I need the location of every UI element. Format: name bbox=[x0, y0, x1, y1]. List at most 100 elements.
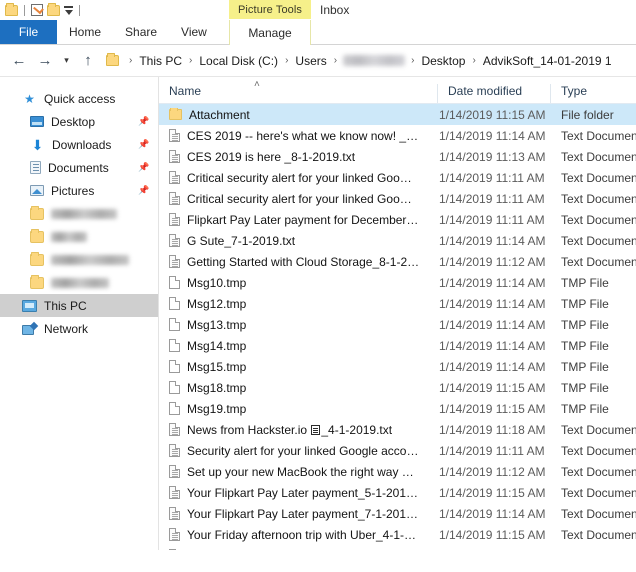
star-icon: ★ bbox=[22, 92, 37, 106]
table-row[interactable]: Your Tuesday evening trip with Uber_8-1…… bbox=[159, 545, 636, 550]
table-row[interactable]: Your Friday afternoon trip with Uber_4-1… bbox=[159, 524, 636, 545]
breadcrumb-this-pc[interactable]: This PC bbox=[138, 54, 183, 68]
date-modified-cell: 1/14/2019 11:14 AM bbox=[437, 507, 550, 521]
file-name-cell: Critical security alert for your linked … bbox=[159, 171, 437, 185]
file-list: Attachment1/14/2019 11:15 AMFile folderC… bbox=[159, 104, 636, 550]
text-file-icon bbox=[169, 234, 180, 247]
tab-file[interactable]: File bbox=[0, 20, 57, 44]
sidebar-item-desktop[interactable]: Desktop📌 bbox=[0, 110, 158, 133]
properties-icon[interactable] bbox=[31, 4, 43, 16]
tab-share[interactable]: Share bbox=[113, 20, 169, 44]
file-type-cell: File folder bbox=[550, 108, 636, 122]
breadcrumb-chevron-icon: › bbox=[123, 55, 138, 66]
address-bar[interactable]: › This PC › Local Disk (C:) › Users › › … bbox=[104, 49, 636, 72]
tab-home[interactable]: Home bbox=[57, 20, 113, 44]
file-name-label: Msg12.tmp bbox=[187, 297, 246, 311]
file-name-label: Msg18.tmp bbox=[187, 381, 246, 395]
table-row[interactable]: Critical security alert for your linked … bbox=[159, 188, 636, 209]
back-button[interactable]: ← bbox=[6, 48, 32, 74]
table-row[interactable]: Your Flipkart Pay Later payment_5-1-201…… bbox=[159, 482, 636, 503]
table-row[interactable]: Attachment1/14/2019 11:15 AMFile folder bbox=[159, 104, 636, 125]
table-row[interactable]: Msg12.tmp1/14/2019 11:14 AMTMP File bbox=[159, 293, 636, 314]
tab-view[interactable]: View bbox=[169, 20, 219, 44]
file-name-cell: Security alert for your linked Google ac… bbox=[159, 444, 437, 458]
text-file-icon bbox=[169, 192, 180, 205]
table-row[interactable]: Your Flipkart Pay Later payment_7-1-201…… bbox=[159, 503, 636, 524]
sidebar-item-this-pc[interactable]: This PC bbox=[0, 294, 158, 317]
folder-icon[interactable] bbox=[5, 5, 18, 16]
qat-divider-1 bbox=[24, 5, 25, 16]
recent-locations-dropdown-icon[interactable]: ▾ bbox=[58, 48, 75, 74]
table-row[interactable]: CES 2019 is here _8-1-2019.txt1/14/2019 … bbox=[159, 146, 636, 167]
table-row[interactable]: Msg14.tmp1/14/2019 11:14 AMTMP File bbox=[159, 335, 636, 356]
breadcrumb-username-redacted[interactable] bbox=[343, 55, 405, 66]
file-type-cell: Text Documen bbox=[550, 507, 636, 521]
column-header-name[interactable]: Name bbox=[159, 84, 437, 103]
pin-icon[interactable]: 📌 bbox=[138, 185, 148, 196]
file-list-pane: ˄ Name Date modified Type Attachment1/14… bbox=[159, 77, 636, 550]
breadcrumb-current-folder[interactable]: AdvikSoft_14-01-2019 1 bbox=[482, 54, 613, 68]
date-modified-cell: 1/14/2019 11:13 AM bbox=[437, 549, 550, 551]
file-name-cell: Msg10.tmp bbox=[159, 276, 437, 290]
sidebar-item-redacted-8[interactable] bbox=[0, 271, 158, 294]
table-row[interactable]: Msg10.tmp1/14/2019 11:14 AMTMP File bbox=[159, 272, 636, 293]
tab-manage[interactable]: Manage bbox=[229, 20, 311, 45]
date-modified-cell: 1/14/2019 11:18 AM bbox=[437, 423, 550, 437]
pin-icon[interactable]: 📌 bbox=[138, 139, 148, 150]
file-name-cell: Msg14.tmp bbox=[159, 339, 437, 353]
sidebar-item-quick-access[interactable]: ★Quick access bbox=[0, 87, 158, 110]
sidebar-item-redacted-7[interactable] bbox=[0, 248, 158, 271]
forward-button[interactable]: → bbox=[32, 48, 58, 74]
up-button[interactable]: ↑ bbox=[75, 48, 101, 74]
new-folder-icon[interactable] bbox=[47, 5, 60, 16]
breadcrumb-users[interactable]: Users bbox=[294, 54, 327, 68]
contextual-tab-group-label: Picture Tools bbox=[229, 0, 311, 19]
text-file-icon bbox=[169, 255, 180, 268]
title-bar: Picture Tools Inbox bbox=[0, 0, 636, 20]
table-row[interactable]: Msg13.tmp1/14/2019 11:14 AMTMP File bbox=[159, 314, 636, 335]
breadcrumb-local-disk[interactable]: Local Disk (C:) bbox=[198, 54, 279, 68]
file-name-label: Your Tuesday evening trip with Uber_8-1… bbox=[187, 549, 415, 551]
tmp-file-icon bbox=[169, 318, 180, 331]
explorer-body: ★Quick accessDesktop📌⬇Downloads📌Document… bbox=[0, 77, 636, 550]
breadcrumb-chevron-icon: › bbox=[466, 55, 481, 66]
file-type-cell: Text Documen bbox=[550, 444, 636, 458]
table-row[interactable]: Critical security alert for your linked … bbox=[159, 167, 636, 188]
file-name-label: CES 2019 -- here's what we know now! _… bbox=[187, 129, 418, 143]
text-file-icon bbox=[169, 129, 180, 142]
breadcrumb-desktop[interactable]: Desktop bbox=[420, 54, 466, 68]
table-row[interactable]: Msg18.tmp1/14/2019 11:15 AMTMP File bbox=[159, 377, 636, 398]
folder-icon bbox=[30, 277, 44, 289]
sidebar-item-documents[interactable]: Documents📌 bbox=[0, 156, 158, 179]
table-row[interactable]: CES 2019 -- here's what we know now! _…1… bbox=[159, 125, 636, 146]
date-modified-cell: 1/14/2019 11:14 AM bbox=[437, 339, 550, 353]
address-folder-icon bbox=[106, 55, 119, 66]
file-name-cell: G Sute_7-1-2019.txt bbox=[159, 234, 437, 248]
date-modified-cell: 1/14/2019 11:14 AM bbox=[437, 234, 550, 248]
sidebar-item-redacted-6[interactable] bbox=[0, 225, 158, 248]
column-header-date-modified[interactable]: Date modified bbox=[437, 84, 550, 103]
sidebar-item-redacted-5[interactable] bbox=[0, 202, 158, 225]
table-row[interactable]: Set up your new MacBook the right way …1… bbox=[159, 461, 636, 482]
pin-icon[interactable]: 📌 bbox=[138, 116, 148, 127]
file-type-cell: Text Documen bbox=[550, 465, 636, 479]
tmp-file-icon bbox=[169, 339, 180, 352]
table-row[interactable]: News from Hackster.io _4-1-2019.txt1/14/… bbox=[159, 419, 636, 440]
table-row[interactable]: Getting Started with Cloud Storage_8-1-2… bbox=[159, 251, 636, 272]
column-header-type[interactable]: Type bbox=[550, 84, 636, 103]
sidebar-item-network[interactable]: Network bbox=[0, 317, 158, 340]
customize-dropdown-icon[interactable] bbox=[64, 6, 73, 14]
date-modified-cell: 1/14/2019 11:14 AM bbox=[437, 276, 550, 290]
text-file-icon bbox=[169, 549, 180, 550]
table-row[interactable]: Msg19.tmp1/14/2019 11:15 AMTMP File bbox=[159, 398, 636, 419]
sidebar-item-pictures[interactable]: Pictures📌 bbox=[0, 179, 158, 202]
table-row[interactable]: Flipkart Pay Later payment for December…… bbox=[159, 209, 636, 230]
pin-icon[interactable]: 📌 bbox=[138, 162, 148, 173]
table-row[interactable]: G Sute_7-1-2019.txt1/14/2019 11:14 AMTex… bbox=[159, 230, 636, 251]
table-row[interactable]: Msg15.tmp1/14/2019 11:14 AMTMP File bbox=[159, 356, 636, 377]
tmp-file-icon bbox=[169, 381, 180, 394]
sidebar-item-downloads[interactable]: ⬇Downloads📌 bbox=[0, 133, 158, 156]
sidebar-item-label-redacted bbox=[51, 209, 117, 219]
date-modified-cell: 1/14/2019 11:12 AM bbox=[437, 465, 550, 479]
table-row[interactable]: Security alert for your linked Google ac… bbox=[159, 440, 636, 461]
